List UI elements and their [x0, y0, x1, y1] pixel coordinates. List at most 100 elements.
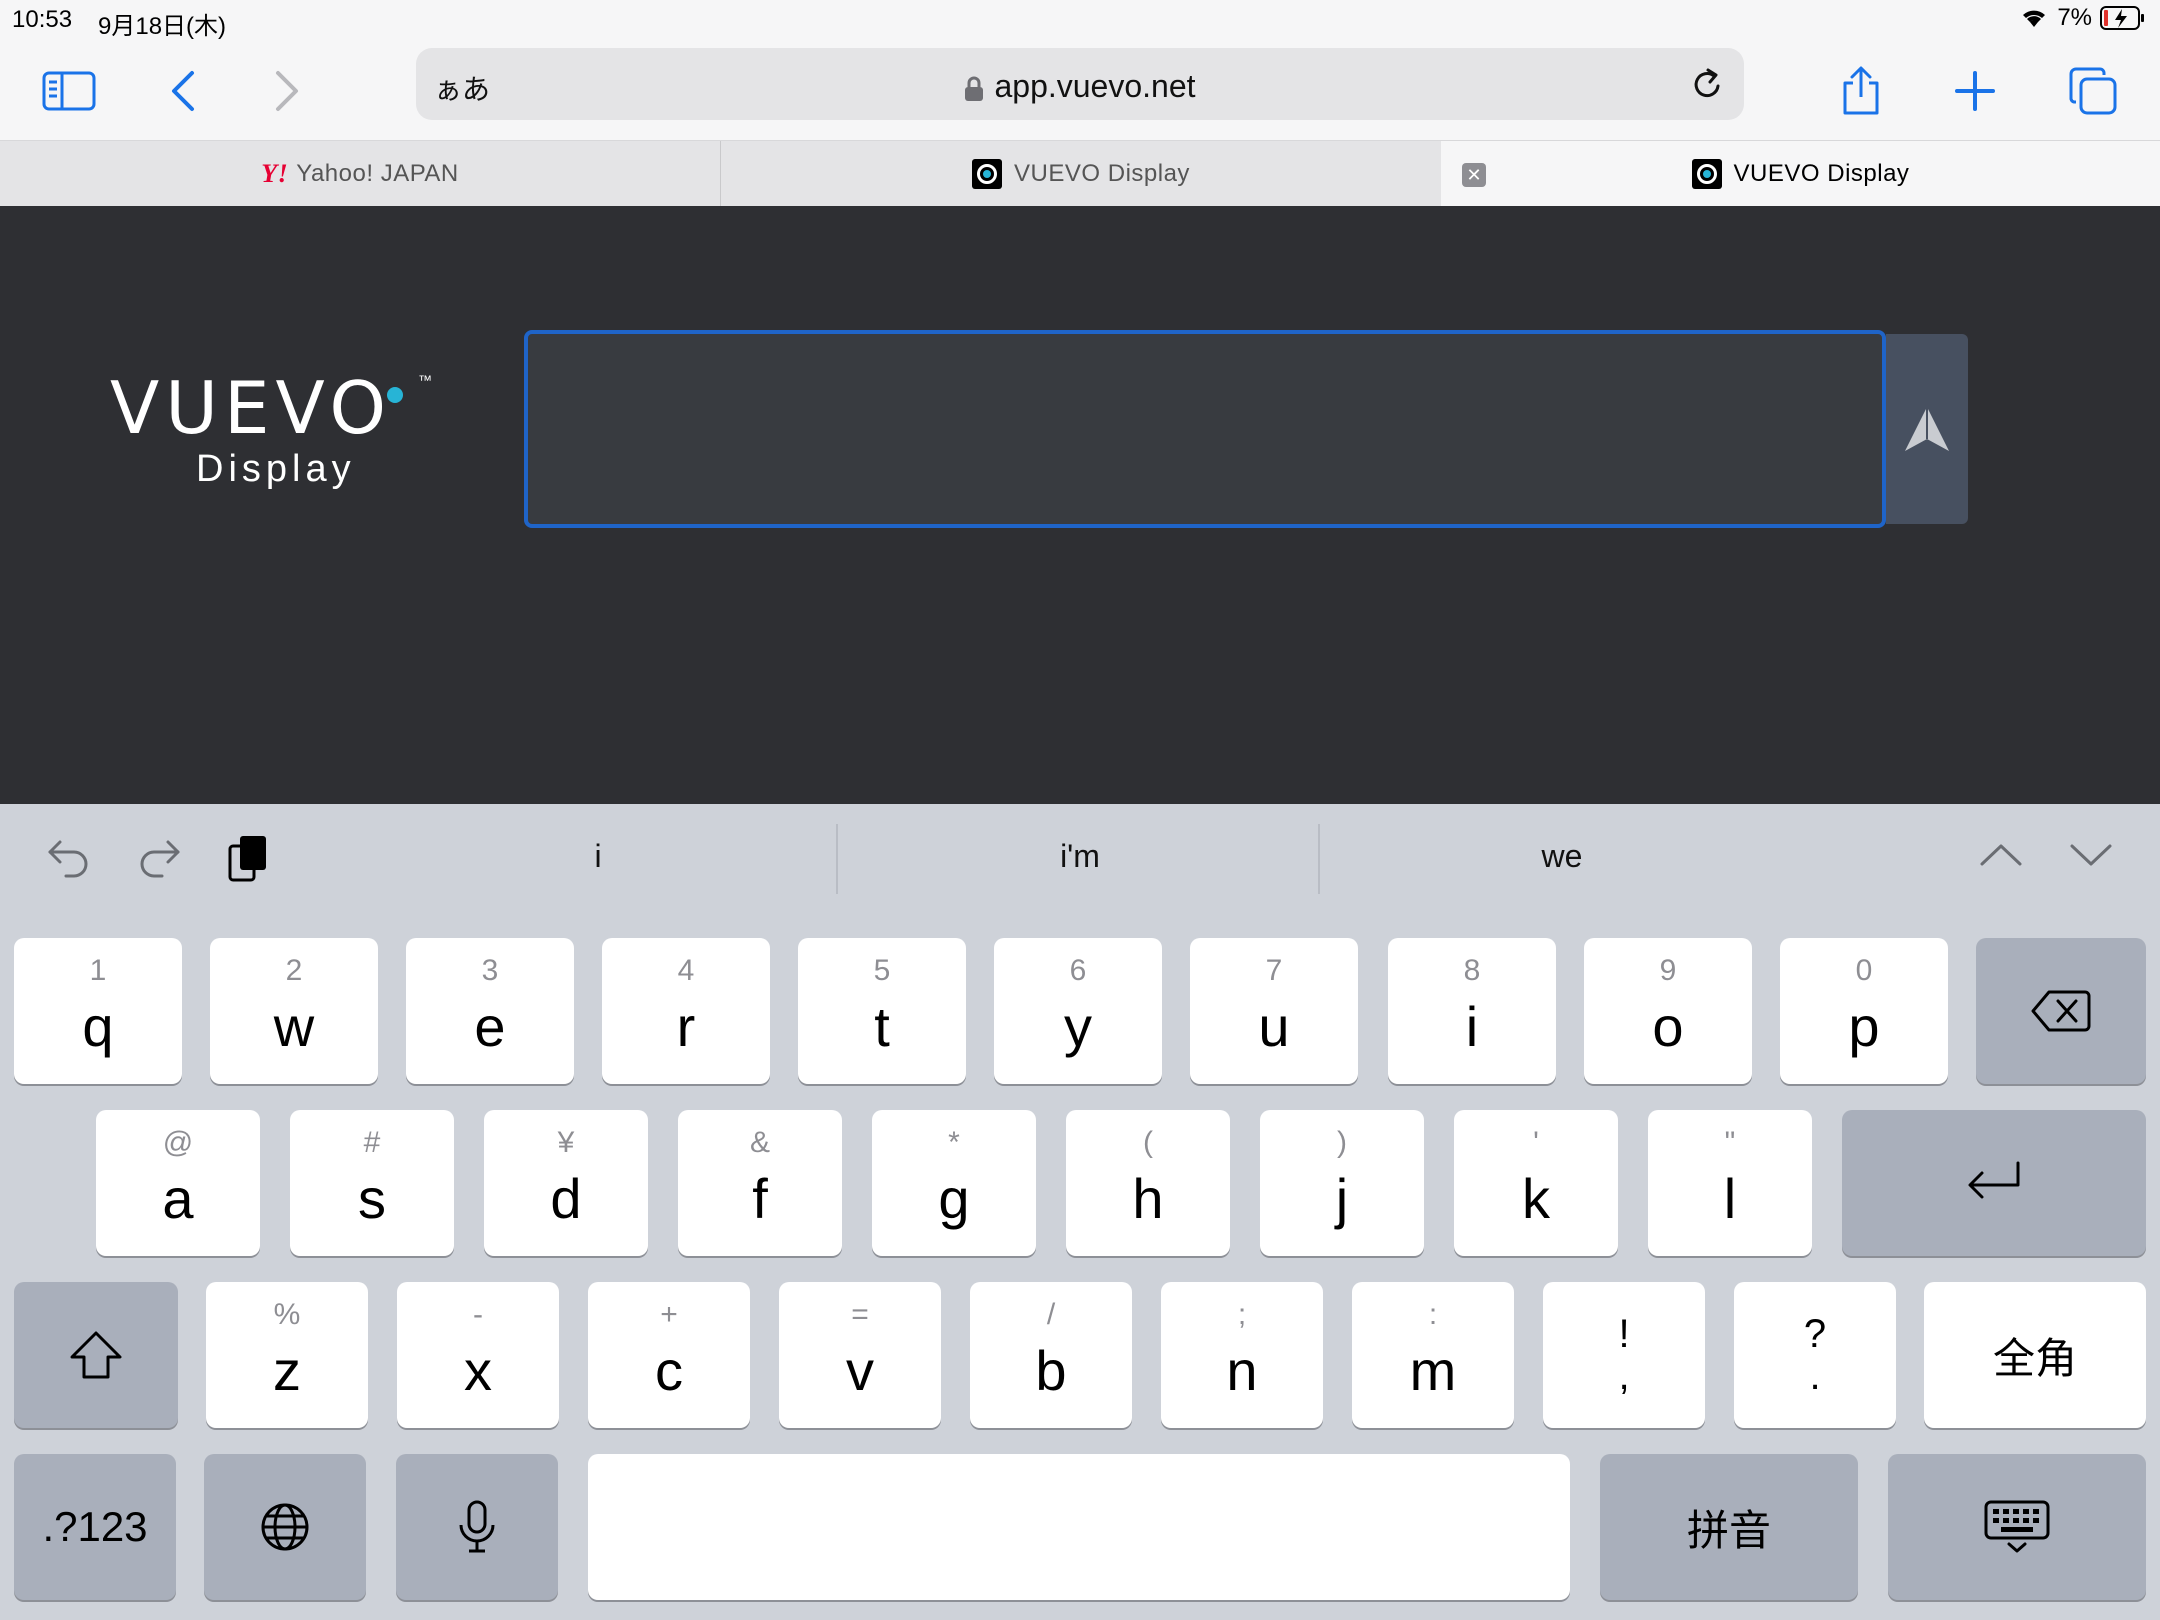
key-o[interactable]: 9o [1584, 938, 1752, 1084]
key-i[interactable]: 8i [1388, 938, 1556, 1084]
key-q[interactable]: 1q [14, 938, 182, 1084]
reload-button[interactable] [1688, 64, 1726, 109]
key-j[interactable]: ) j [1260, 1110, 1424, 1256]
logo-subtitle: Display [196, 448, 356, 490]
key-z[interactable]: % z [206, 1282, 368, 1428]
key-h[interactable]: (h [1066, 1110, 1230, 1256]
tab-vuevo-display-active[interactable]: VUEVO Display [1441, 141, 2160, 207]
key-label-top: ? [1803, 1312, 1827, 1356]
key-f[interactable]: & f [678, 1110, 842, 1256]
key-label: k [1522, 1167, 1550, 1230]
sidebar-toggle-button[interactable] [34, 56, 104, 126]
shift-key[interactable] [14, 1282, 178, 1428]
new-tab-button[interactable] [1940, 56, 2010, 126]
key-g[interactable]: * g [872, 1110, 1036, 1256]
back-button[interactable] [148, 56, 218, 126]
key-y[interactable]: 6y [994, 938, 1162, 1084]
undo-button[interactable] [44, 832, 94, 887]
delete-icon [2031, 990, 2091, 1032]
tab-bar: Y! Yahoo! JAPAN VUEVO Display VUEVO Disp… [0, 140, 2160, 207]
previous-field-button[interactable] [1978, 840, 2024, 875]
key-label: s [358, 1167, 386, 1230]
send-button[interactable] [1886, 334, 1968, 524]
key-t[interactable]: 5t [798, 938, 966, 1084]
key-question-period[interactable]: ?. [1734, 1282, 1896, 1428]
key-x[interactable]: -x [397, 1282, 559, 1428]
key-hint: / [1046, 1298, 1056, 1331]
suggestion-1[interactable]: i [448, 838, 748, 875]
key-label: y [1064, 995, 1092, 1058]
key-hint: 6 [1069, 954, 1087, 987]
key-label: .?123 [42, 1503, 148, 1550]
key-k[interactable]: ' k [1454, 1110, 1618, 1256]
key-hint: - [473, 1298, 483, 1331]
status-time: 10:53 [12, 6, 73, 33]
key-hint: 0 [1855, 954, 1873, 987]
tab-overview-button[interactable] [2058, 56, 2128, 126]
share-button[interactable] [1826, 56, 1896, 126]
message-input[interactable] [524, 330, 1886, 528]
dismiss-keyboard-key[interactable] [1888, 1454, 2146, 1600]
address-bar[interactable]: ぁあ app.vuevo.net [416, 48, 1744, 120]
key-m[interactable]: :m [1352, 1282, 1514, 1428]
key-label-bottom: , [1618, 1354, 1630, 1398]
chevron-right-icon [276, 71, 298, 111]
logo-trademark: ™ [418, 372, 432, 388]
on-screen-keyboard: i i'm we 1q 2w 3e 4r 5t 6y 7u 8i 9o 0p @… [0, 804, 2160, 1620]
forward-button[interactable] [252, 56, 322, 126]
key-e[interactable]: 3e [406, 938, 574, 1084]
next-field-button[interactable] [2068, 840, 2114, 875]
key-c[interactable]: + c [588, 1282, 750, 1428]
numbers-key[interactable]: .?123 [14, 1454, 176, 1600]
key-label: z [273, 1339, 301, 1402]
suggestion-divider [1318, 824, 1320, 894]
suggestion-3[interactable]: we [1412, 838, 1712, 875]
status-bar: 10:53 9月18日(木) 7% [0, 0, 2160, 40]
return-key[interactable] [1842, 1110, 2146, 1256]
key-label: r [676, 995, 696, 1058]
key-v[interactable]: = v [779, 1282, 941, 1428]
pinyin-key[interactable]: 拼音 [1600, 1454, 1858, 1600]
url-display[interactable]: app.vuevo.net [416, 68, 1744, 105]
lock-icon [965, 76, 984, 101]
tab-vuevo-display-1[interactable]: VUEVO Display [721, 141, 1441, 207]
key-b[interactable]: / b [970, 1282, 1132, 1428]
key-hint: ; [1237, 1298, 1247, 1331]
key-w[interactable]: 2w [210, 938, 378, 1084]
key-n[interactable]: ; n [1161, 1282, 1323, 1428]
key-d[interactable]: ¥ d [484, 1110, 648, 1256]
space-key[interactable] [588, 1454, 1570, 1600]
globe-key[interactable] [204, 1454, 366, 1600]
backspace-key[interactable] [1976, 938, 2146, 1084]
key-u[interactable]: 7u [1190, 938, 1358, 1084]
key-label: q [82, 995, 114, 1058]
status-right: 7% [2019, 4, 2146, 32]
key-label: d [550, 1167, 582, 1230]
key-s[interactable]: # s [290, 1110, 454, 1256]
key-a[interactable]: @ a [96, 1110, 260, 1256]
logo-wordmark: VUEVO [110, 366, 393, 450]
key-p[interactable]: 0p [1780, 938, 1948, 1084]
status-date: 9月18日(木) [98, 13, 227, 40]
chevron-left-icon [172, 71, 194, 111]
paste-button[interactable] [224, 832, 274, 889]
suggestion-2[interactable]: i'm [930, 838, 1230, 875]
yahoo-favicon: Y! [261, 159, 289, 188]
key-exclamation-comma[interactable]: !, [1543, 1282, 1705, 1428]
reload-icon [1694, 68, 1720, 98]
battery-percent: 7% [2057, 4, 2092, 31]
key-l[interactable]: " l [1648, 1110, 1812, 1256]
send-arrow-icon [1905, 407, 1949, 451]
key-r[interactable]: 4r [602, 938, 770, 1084]
key-hint: ' [1533, 1126, 1539, 1159]
close-tab-icon[interactable]: ✕ [1462, 163, 1486, 187]
key-label: f [752, 1167, 768, 1230]
redo-button[interactable] [134, 832, 184, 887]
key-hint: : [1428, 1298, 1438, 1331]
key-hint: + [660, 1298, 678, 1331]
key-hint: # [363, 1126, 381, 1159]
tab-yahoo-japan[interactable]: Y! Yahoo! JAPAN [0, 141, 720, 207]
fullwidth-key[interactable]: 全角 [1924, 1282, 2146, 1428]
redo-icon [140, 840, 180, 878]
dictation-key[interactable] [396, 1454, 558, 1600]
